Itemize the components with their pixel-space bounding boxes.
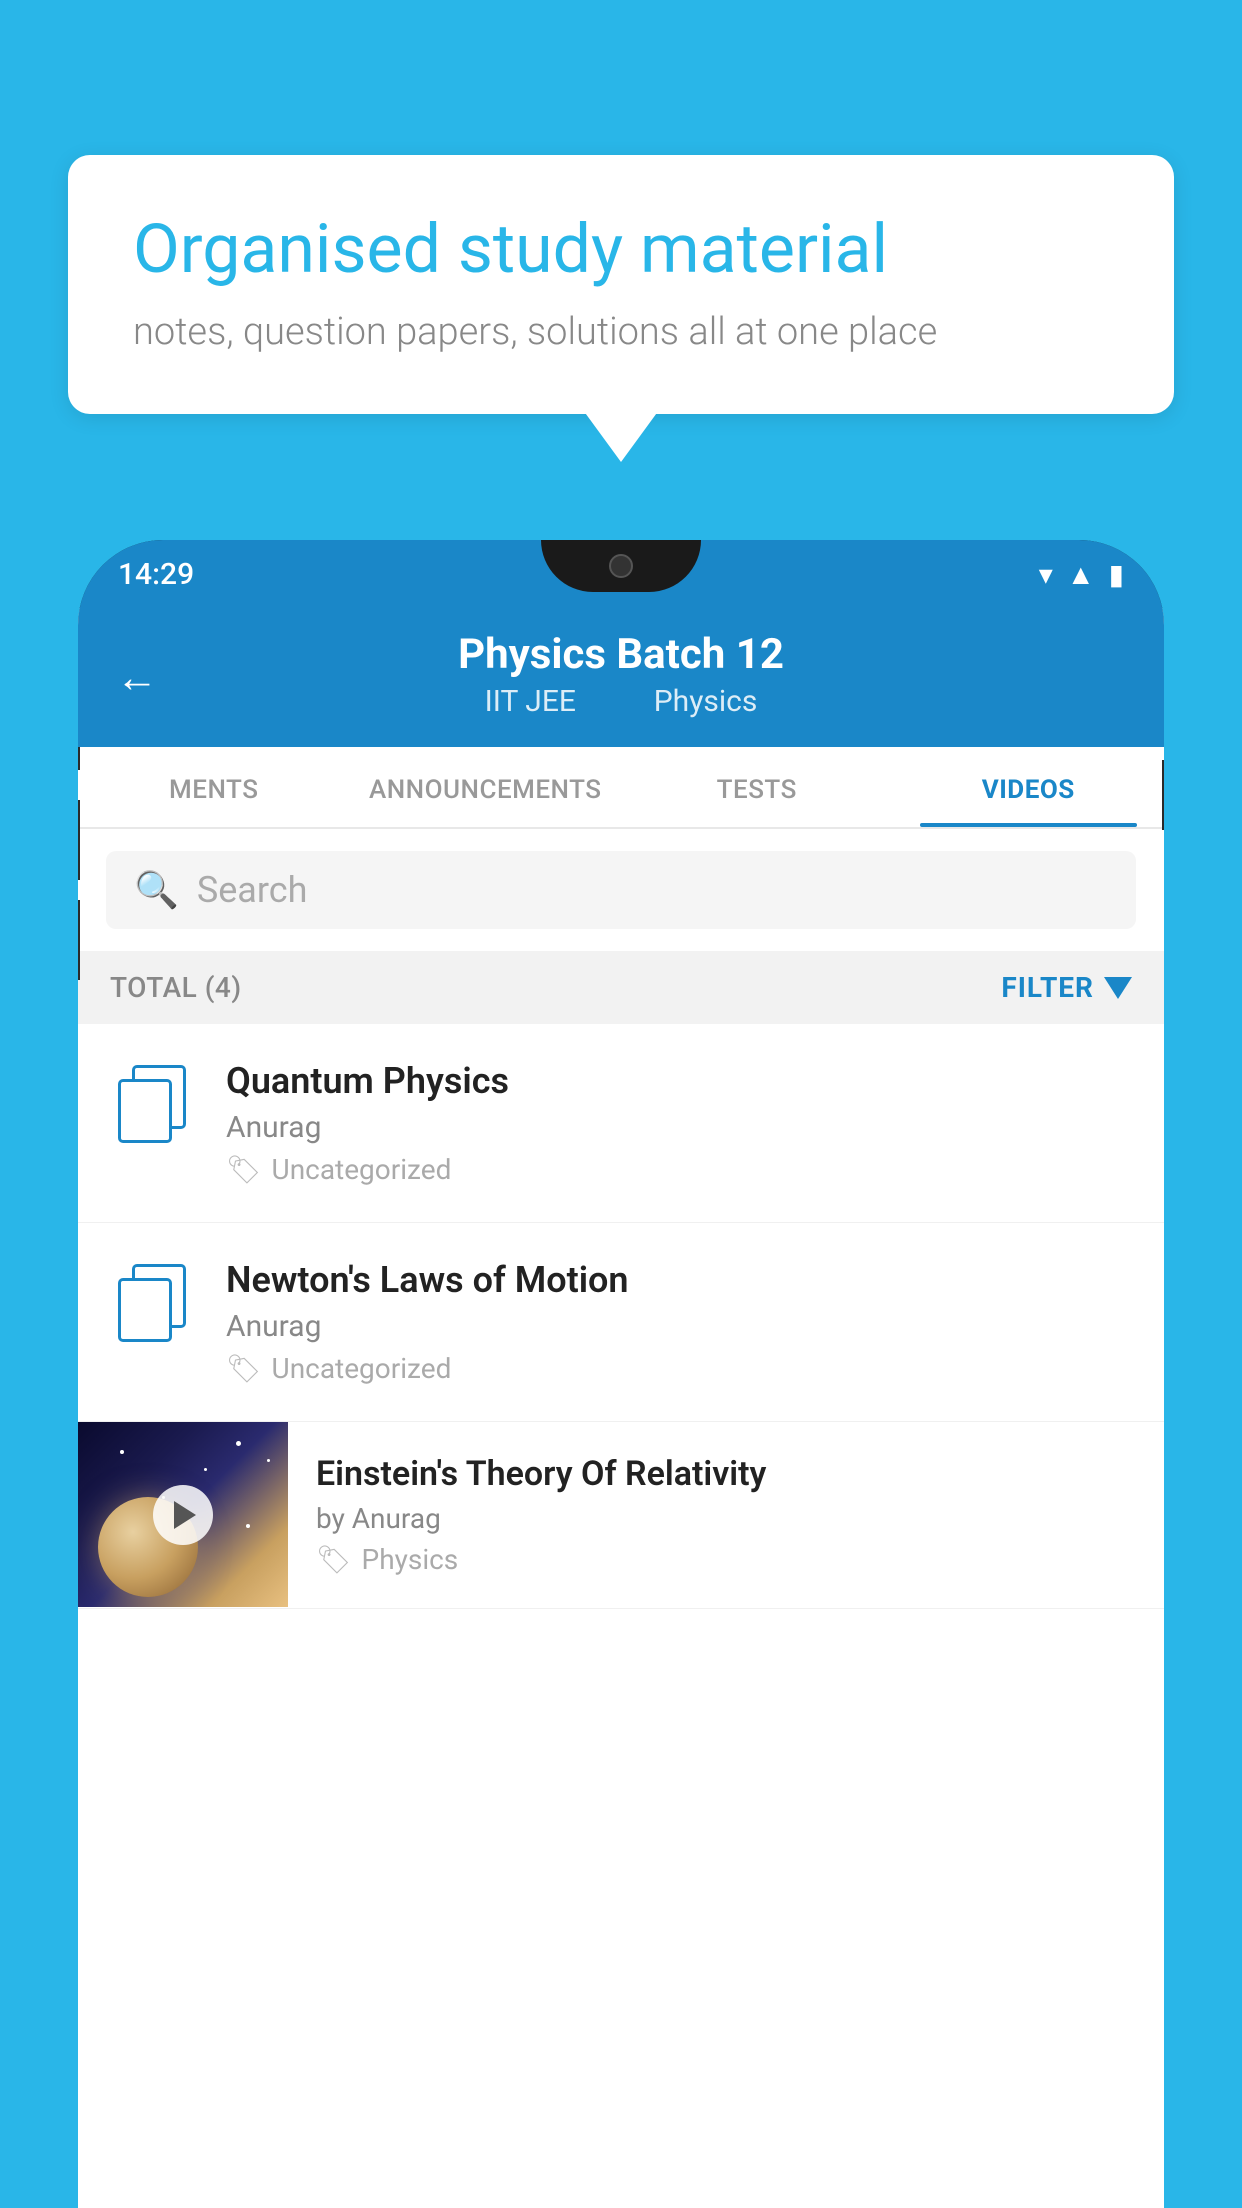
phone-content: ← Physics Batch 12 IIT JEE Physics MENTS… [78, 608, 1164, 2208]
video-thumbnail [78, 1422, 288, 1607]
tag-label: Physics [362, 1543, 459, 1576]
speech-bubble-container: Organised study material notes, question… [68, 155, 1174, 414]
filter-button[interactable]: FILTER [1001, 971, 1132, 1004]
status-bar: 14:29 ▾ ▲ ▮ [78, 540, 1164, 608]
volume-down-button [78, 900, 80, 980]
tag-icon: 🏷 [226, 1153, 262, 1186]
search-icon: 🔍 [134, 869, 179, 911]
video-file-icon [110, 1264, 198, 1352]
status-icons: ▾ ▲ ▮ [1039, 558, 1124, 591]
play-icon [174, 1501, 196, 1529]
subtitle-physics: Physics [654, 684, 758, 719]
tag-icon: 🏷 [226, 1352, 262, 1385]
video-tag: 🏷 Physics [316, 1543, 1136, 1576]
video-list: Quantum Physics Anurag 🏷 Uncategorized [78, 1024, 1164, 2208]
video-author: Anurag [226, 1309, 1132, 1344]
status-bar-time: 14:29 [118, 557, 194, 592]
subtitle-separator [607, 684, 622, 719]
search-bar[interactable]: 🔍 Search [106, 851, 1136, 929]
front-camera [609, 554, 633, 578]
speech-bubble: Organised study material notes, question… [68, 155, 1174, 414]
tag-label: Uncategorized [272, 1153, 452, 1186]
video-info: Quantum Physics Anurag 🏷 Uncategorized [226, 1060, 1132, 1186]
wifi-icon: ▾ [1039, 558, 1053, 591]
tag-icon: 🏷 [316, 1543, 352, 1576]
tab-bar: MENTS ANNOUNCEMENTS TESTS VIDEOS [78, 747, 1164, 829]
app-header: ← Physics Batch 12 IIT JEE Physics [78, 608, 1164, 747]
doc-page-front [118, 1079, 172, 1143]
speech-bubble-subtext: notes, question papers, solutions all at… [133, 310, 1109, 354]
video-author: Anurag [226, 1110, 1132, 1145]
tab-announcements[interactable]: ANNOUNCEMENTS [350, 747, 622, 827]
app-header-title: Physics Batch 12 [118, 630, 1124, 679]
filter-bar: TOTAL (4) FILTER [78, 951, 1164, 1024]
speech-bubble-heading: Organised study material [133, 210, 1109, 288]
list-item[interactable]: Einstein's Theory Of Relativity by Anura… [78, 1422, 1164, 1609]
tab-videos[interactable]: VIDEOS [893, 747, 1165, 827]
video-title: Newton's Laws of Motion [226, 1259, 1132, 1301]
tag-label: Uncategorized [272, 1352, 452, 1385]
tab-documents[interactable]: MENTS [78, 747, 350, 827]
play-button[interactable] [153, 1485, 213, 1545]
video-tag: 🏷 Uncategorized [226, 1352, 1132, 1385]
filter-label: FILTER [1001, 971, 1094, 1004]
doc-page-front [118, 1278, 172, 1342]
app-header-subtitle: IIT JEE Physics [118, 684, 1124, 719]
video-tag: 🏷 Uncategorized [226, 1153, 1132, 1186]
phone-frame: 14:29 ▾ ▲ ▮ ← Physics Batch 12 IIT JEE P… [78, 540, 1164, 2208]
list-item[interactable]: Newton's Laws of Motion Anurag 🏷 Uncateg… [78, 1223, 1164, 1422]
phone-notch [541, 540, 701, 592]
battery-icon: ▮ [1109, 558, 1124, 591]
search-container: 🔍 Search [78, 829, 1164, 951]
tab-tests[interactable]: TESTS [621, 747, 893, 827]
video-author: by Anurag [316, 1502, 1136, 1535]
video-title: Quantum Physics [226, 1060, 1132, 1102]
video-info: Einstein's Theory Of Relativity by Anura… [288, 1422, 1164, 1608]
video-title: Einstein's Theory Of Relativity [316, 1454, 1136, 1494]
list-item[interactable]: Quantum Physics Anurag 🏷 Uncategorized [78, 1024, 1164, 1223]
search-placeholder: Search [197, 869, 308, 911]
total-count: TOTAL (4) [110, 971, 242, 1004]
video-info: Newton's Laws of Motion Anurag 🏷 Uncateg… [226, 1259, 1132, 1385]
subtitle-iit-jee: IIT JEE [485, 684, 576, 719]
video-file-icon [110, 1065, 198, 1153]
filter-icon [1104, 977, 1132, 999]
back-button[interactable]: ← [116, 653, 158, 702]
signal-icon: ▲ [1067, 558, 1095, 591]
